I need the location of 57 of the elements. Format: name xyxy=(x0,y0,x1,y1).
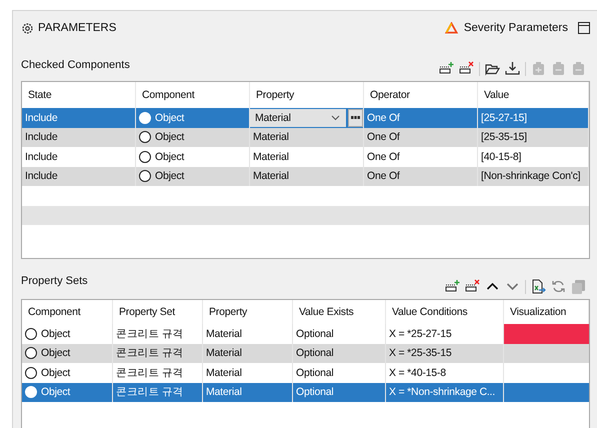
severity-parameters-link[interactable]: Severity Parameters xyxy=(464,22,568,34)
table-cell: Optional xyxy=(293,382,386,402)
table-cell: One Of xyxy=(364,166,478,186)
radio-icon[interactable] xyxy=(139,150,151,163)
table-cell: Object xyxy=(155,170,184,182)
window-icon[interactable] xyxy=(578,22,590,34)
table-row[interactable]: Object 콘크리트 규격 Material Optional X = *25-35-15 xyxy=(22,344,589,363)
radio-icon[interactable] xyxy=(139,170,151,182)
radio-icon[interactable] xyxy=(25,366,37,379)
table-cell: Object xyxy=(41,366,70,379)
table-cell: Material xyxy=(203,344,293,363)
table-cell: Object xyxy=(41,347,70,360)
remove-row-icon[interactable] xyxy=(465,279,480,294)
add-row-icon[interactable] xyxy=(445,279,460,294)
radio-icon[interactable] xyxy=(25,328,37,340)
export-icon[interactable] xyxy=(531,279,546,294)
table-cell: X = *Non-shrinkage C... xyxy=(386,382,504,402)
radio-icon[interactable] xyxy=(25,347,37,360)
section-title: Checked Components xyxy=(21,59,130,71)
table-cell: Object xyxy=(155,131,184,144)
table-cell: [Non-shrinkage Con'c] xyxy=(478,166,589,186)
download-icon[interactable] xyxy=(505,61,520,76)
table-cell: Material xyxy=(203,382,293,402)
more-button[interactable] xyxy=(348,109,363,126)
table-row[interactable]: Object 콘크리트 규격 Material Optional X = *Non-shrinkage C... xyxy=(22,382,589,402)
table-cell: Object xyxy=(41,386,70,398)
section-title: Property Sets xyxy=(21,275,88,287)
table-cell: Include xyxy=(22,128,136,147)
table-row[interactable]: Include Object Material One Of [25-27-15] xyxy=(22,108,589,128)
table-cell: Optional xyxy=(293,344,386,363)
radio-icon[interactable] xyxy=(139,131,151,144)
table-cell: Include xyxy=(22,166,136,186)
table-cell: [25-35-15] xyxy=(478,128,589,147)
panel-title: PARAMETERS xyxy=(38,22,116,34)
column-header[interactable]: Component xyxy=(22,300,113,324)
remove-row-icon[interactable] xyxy=(459,61,474,76)
chevron-down-icon xyxy=(331,114,340,121)
table-cell: Object xyxy=(155,150,184,163)
table-cell: Material xyxy=(250,166,364,186)
table-cell: Material xyxy=(250,128,364,147)
table-cell: Object xyxy=(155,112,184,124)
property-dropdown[interactable]: Material xyxy=(250,109,346,126)
column-header[interactable]: Property xyxy=(203,300,293,324)
table-cell: Object xyxy=(41,328,70,340)
settings-icon xyxy=(21,22,34,34)
table-cell: 콘크리트 규격 xyxy=(113,344,203,363)
table-cell: One Of xyxy=(364,128,478,147)
column-header[interactable]: Value Conditions xyxy=(386,300,504,324)
table-row[interactable]: Include Object Material One Of [Non-shrinkage Con'c] xyxy=(22,166,589,186)
dots-icon xyxy=(351,116,360,120)
column-header[interactable]: Value Exists xyxy=(293,300,386,324)
triangle-icon xyxy=(444,22,458,34)
table-cell: X = *25-35-15 xyxy=(386,344,504,363)
table-cell: 콘크리트 규격 xyxy=(113,382,203,402)
table-row[interactable]: Include Object Material One Of [25-35-15] xyxy=(22,128,589,147)
column-header[interactable]: Property Set xyxy=(113,300,203,324)
add-row-icon[interactable] xyxy=(439,61,454,76)
